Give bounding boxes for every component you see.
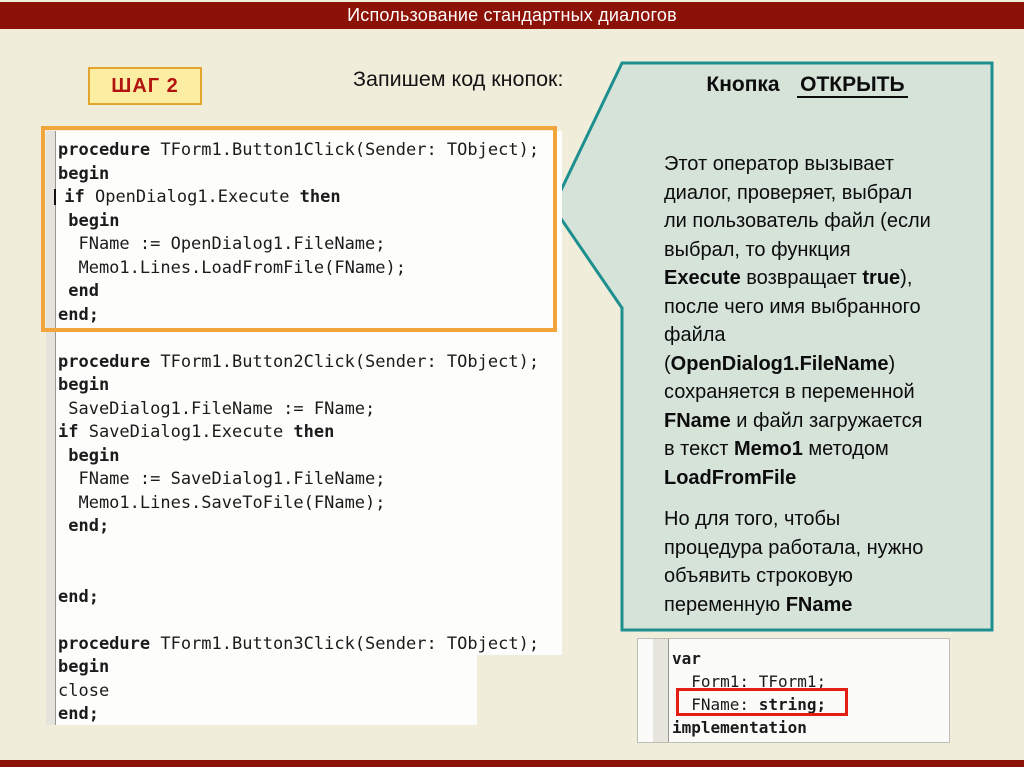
code-line: begin — [58, 375, 110, 395]
code-line: SaveDialog1.FileName := FName; — [58, 398, 376, 419]
code-line: FName := SaveDialog1.FileName; — [58, 469, 386, 489]
code-line: var — [672, 649, 701, 668]
top-title-bar: Использование стандартных диалогов — [0, 2, 1024, 29]
callout-title-spacer — [785, 73, 791, 96]
callout-paragraph: Но для того, чтобы процедура работала, ну… — [664, 508, 924, 616]
callout-body: Этот оператор вызывает диалог, проверяет,… — [664, 150, 982, 619]
slide: Использование стандартных диалогов ШАГ 2… — [0, 0, 1024, 767]
code-line: procedure TForm1.Button2Click(Sender: TO… — [58, 351, 540, 372]
code-line: implementation — [672, 718, 807, 737]
highlight-rect-orange — [41, 126, 557, 332]
code-line: begin — [68, 445, 120, 466]
var-panel-gutter — [653, 639, 669, 742]
callout-title-button-name: ОТКРЫТЬ — [797, 73, 908, 98]
code-line: end; — [68, 516, 110, 536]
caption: Запишем код кнопок: — [353, 67, 564, 91]
code-line: end; — [58, 586, 99, 607]
code-line: Memo1.Lines.SaveToFile(FName); — [58, 492, 386, 513]
highlight-rect-red — [676, 688, 848, 716]
code-line: close — [58, 680, 110, 701]
step-badge: ШАГ 2 — [88, 67, 202, 105]
code-line: begin — [58, 657, 110, 677]
callout-title-prefix: Кнопка — [706, 73, 780, 96]
slide-title: Использование стандартных диалогов — [347, 5, 677, 25]
bottom-bar — [0, 760, 1024, 767]
callout-paragraph: Этот оператор вызывает диалог, проверяет,… — [664, 153, 931, 489]
code-line: procedure TForm1.Button3Click(Sender: TO… — [58, 633, 540, 654]
code-line: if SaveDialog1.Execute then — [58, 422, 335, 442]
step-badge-label: ШАГ 2 — [111, 74, 179, 97]
callout-title: Кнопка ОТКРЫТЬ — [630, 73, 984, 98]
code-line: end; — [58, 704, 99, 724]
